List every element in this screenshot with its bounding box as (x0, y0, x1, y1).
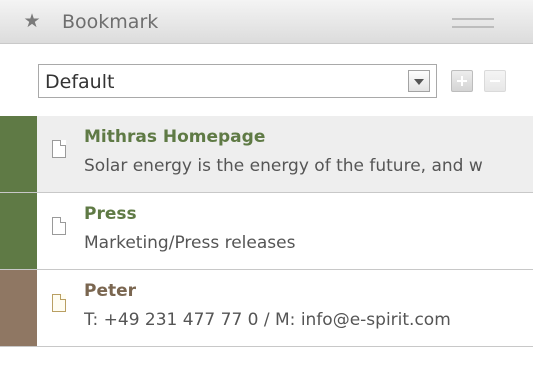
bookmark-title: Press (84, 204, 137, 224)
add-list-button[interactable] (451, 70, 473, 92)
document-icon (52, 140, 66, 158)
bookmark-description: Solar energy is the energy of the future… (84, 156, 483, 176)
drag-handle-icon[interactable] (452, 18, 494, 28)
chevron-down-icon[interactable] (408, 70, 430, 92)
list-item[interactable]: Press Marketing/Press releases (0, 193, 533, 270)
star-icon: ★ (23, 10, 41, 32)
bookmark-list-select[interactable]: Default (38, 64, 437, 98)
panel-title: Bookmark (62, 11, 159, 33)
bookmark-description: T: +49 231 477 77 0 / M: info@e-spirit.c… (84, 310, 451, 330)
list-item[interactable]: Peter T: +49 231 477 77 0 / M: info@e-sp… (0, 270, 533, 347)
list-item[interactable]: Mithras Homepage Solar energy is the ene… (0, 116, 533, 193)
bookmark-description: Marketing/Press releases (84, 233, 296, 253)
panel-header[interactable]: ★ Bookmark (0, 0, 533, 44)
color-marker (0, 270, 37, 346)
remove-list-button[interactable] (484, 70, 506, 92)
document-icon (52, 294, 66, 312)
toolbar: Default (0, 44, 533, 116)
color-marker (0, 116, 37, 192)
color-marker (0, 193, 37, 269)
bookmark-title: Mithras Homepage (84, 127, 266, 147)
bookmark-panel: ★ Bookmark Default Mithras Homepage Sola… (0, 0, 533, 369)
selected-list-value: Default (45, 71, 115, 93)
document-icon (52, 217, 66, 235)
bookmark-title: Peter (84, 281, 137, 301)
